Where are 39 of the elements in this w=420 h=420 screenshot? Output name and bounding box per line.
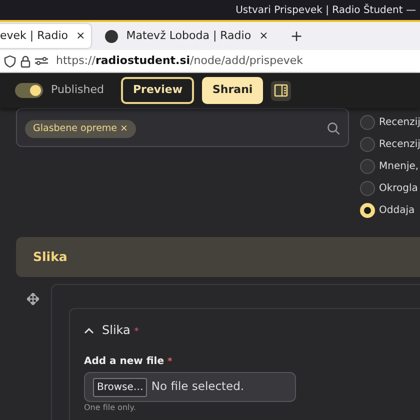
radio-label: Mnenje, xyxy=(379,160,419,174)
favicon-icon xyxy=(105,30,118,42)
file-status: No file selected. xyxy=(151,378,244,396)
hint-text: One file only. xyxy=(84,404,137,413)
preview-button[interactable]: Preview xyxy=(120,77,194,104)
tab-title: evek | Radio xyxy=(0,28,68,44)
radio-button[interactable] xyxy=(360,114,375,130)
close-icon[interactable]: × xyxy=(76,28,86,44)
lock-icon[interactable] xyxy=(20,54,31,68)
drag-handle-icon[interactable] xyxy=(27,293,39,305)
close-icon[interactable]: × xyxy=(259,28,268,44)
caret-icon[interactable] xyxy=(84,326,94,334)
radio-label: Okrogla xyxy=(379,182,418,196)
tag[interactable]: Glasbene opreme × xyxy=(25,120,136,138)
search-icon[interactable] xyxy=(327,122,340,136)
window-title: Ustvari Prispevek | Radio Študent — xyxy=(236,2,416,18)
tags-field[interactable]: Glasbene opreme × xyxy=(16,108,349,147)
shield-icon[interactable] xyxy=(4,54,16,68)
save-button[interactable]: Shrani xyxy=(202,77,263,104)
field-label: Add a new file * xyxy=(84,354,174,368)
browser-tab[interactable]: Matevž Loboda | Radio × xyxy=(99,24,274,48)
radio-label: Oddaja xyxy=(379,204,415,218)
radio-label: Recenzij xyxy=(379,116,420,130)
radio-button[interactable] xyxy=(360,180,375,196)
sliders-icon[interactable] xyxy=(35,56,48,66)
file-input[interactable]: Browse… No file selected. xyxy=(84,372,296,402)
collapse-header[interactable]: Slika * xyxy=(84,321,420,340)
tab-title: Matevž Loboda | Radio xyxy=(126,28,252,44)
browse-button[interactable]: Browse… xyxy=(93,378,148,396)
widget-title: Slika * xyxy=(102,322,139,339)
browser-tab[interactable]: evek | Radio × xyxy=(0,24,92,48)
new-tab-button[interactable]: + xyxy=(290,24,303,48)
radio-button[interactable] xyxy=(360,136,375,152)
radio-label: Recenzij xyxy=(379,138,420,152)
toggle-switch[interactable] xyxy=(15,83,43,98)
radio-button[interactable] xyxy=(360,158,375,174)
sidebar-toggle-icon[interactable] xyxy=(270,80,291,100)
published-label: Published xyxy=(51,82,104,98)
section-title: Slika xyxy=(33,248,68,266)
